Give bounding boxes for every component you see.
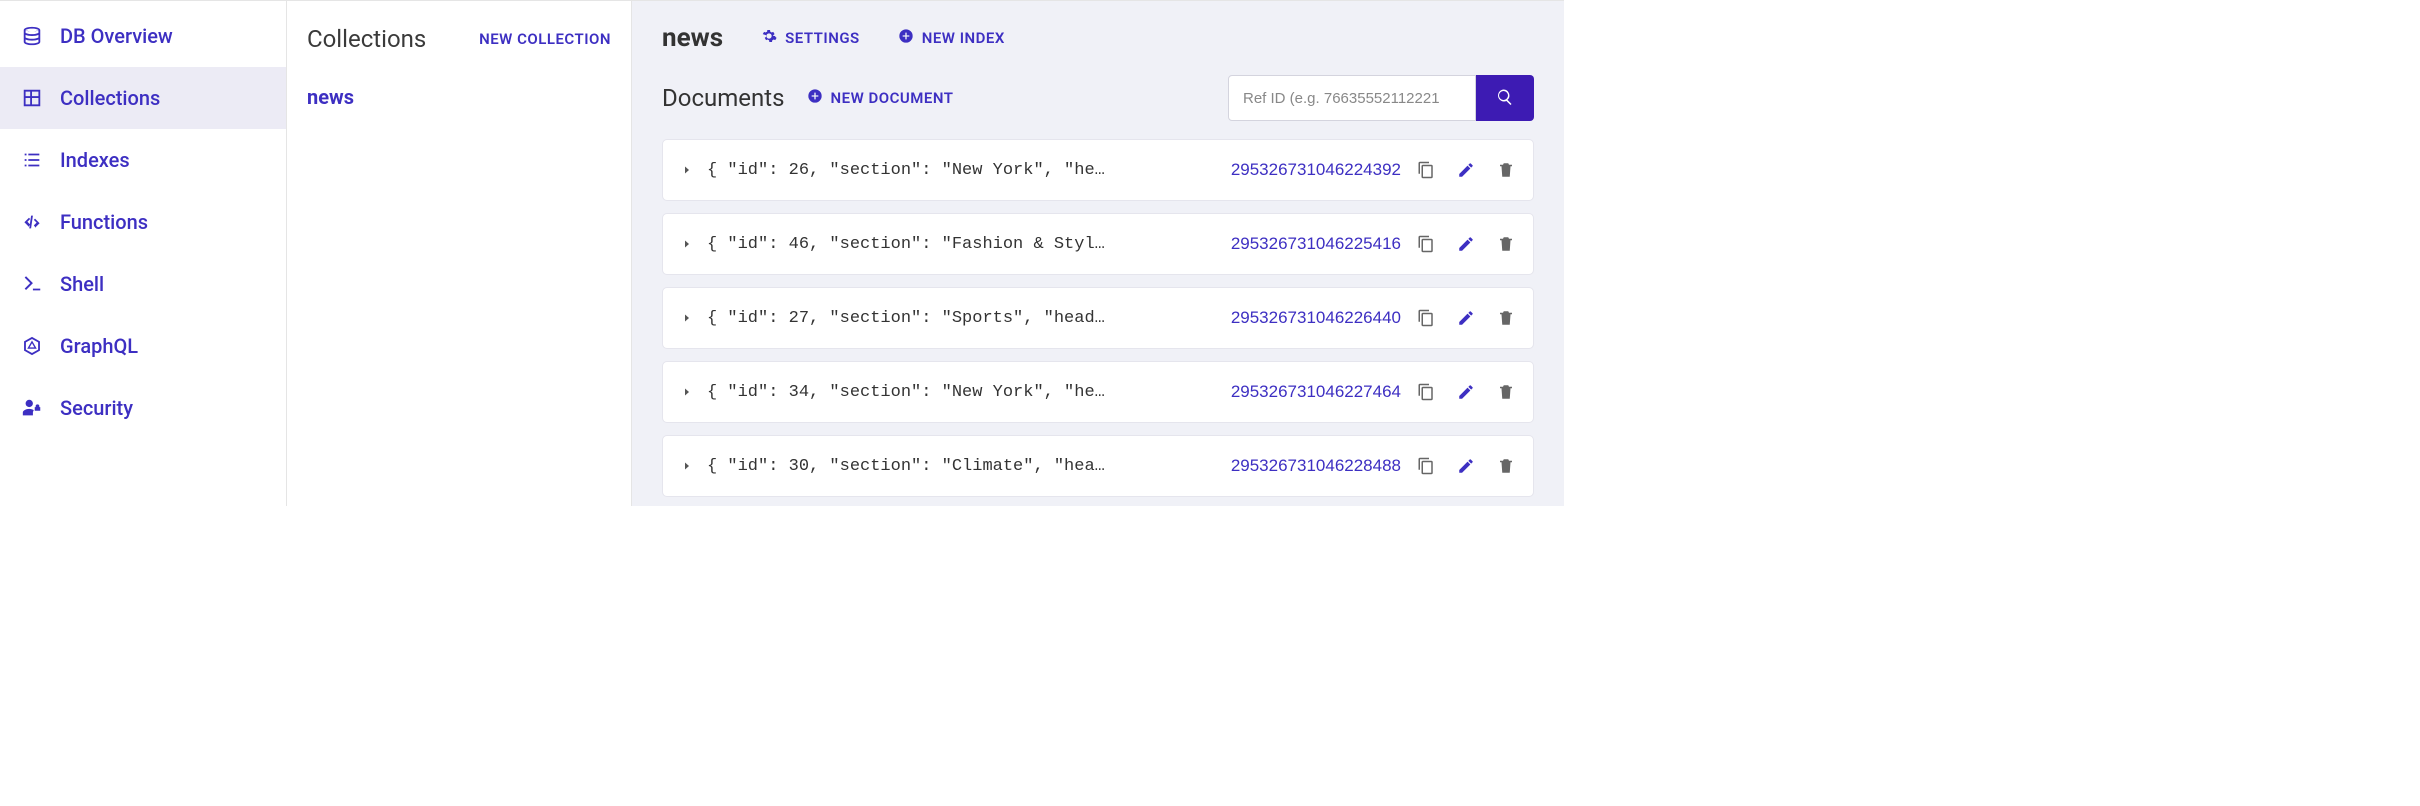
collections-panel-title: Collections <box>307 25 426 53</box>
trash-icon[interactable] <box>1497 309 1515 327</box>
sidebar-item-graphql[interactable]: GraphQL <box>0 315 286 377</box>
search-group <box>1228 75 1534 121</box>
documents-header-left: Documents NEW DOCUMENT <box>662 84 953 112</box>
collections-panel: Collections NEW COLLECTION news <box>287 0 632 506</box>
sidebar-item-label: Functions <box>60 210 148 234</box>
new-document-button[interactable]: NEW DOCUMENT <box>807 88 954 108</box>
document-ref-link[interactable]: 295326731046225416 <box>1231 234 1401 254</box>
expand-toggle[interactable] <box>681 312 693 324</box>
collection-item-news[interactable]: news <box>307 77 611 117</box>
collection-title: news <box>662 23 723 53</box>
document-preview: { "id": 34, "section": "New York", "head… <box>707 383 1107 402</box>
sidebar-item-label: Indexes <box>60 148 130 172</box>
grid-icon <box>18 84 46 112</box>
document-actions <box>1417 309 1515 327</box>
document-row: { "id": 27, "section": "Sports", "headli… <box>662 287 1534 349</box>
document-row: { "id": 34, "section": "New York", "head… <box>662 361 1534 423</box>
sidebar-item-label: GraphQL <box>60 334 138 358</box>
ref-id-search-input[interactable] <box>1228 75 1476 121</box>
trash-icon[interactable] <box>1497 457 1515 475</box>
gear-icon <box>761 28 777 48</box>
sidebar-item-shell[interactable]: Shell <box>0 253 286 315</box>
document-row: { "id": 46, "section": "Fashion & Style"… <box>662 213 1534 275</box>
plus-circle-icon <box>898 28 914 48</box>
trash-icon[interactable] <box>1497 161 1515 179</box>
collections-panel-header: Collections NEW COLLECTION <box>307 25 611 53</box>
copy-icon[interactable] <box>1417 383 1435 401</box>
database-icon <box>18 22 46 50</box>
expand-toggle[interactable] <box>681 164 693 176</box>
sidebar-item-label: Security <box>60 396 133 420</box>
edit-icon[interactable] <box>1457 235 1475 253</box>
graphql-icon <box>18 332 46 360</box>
expand-toggle[interactable] <box>681 386 693 398</box>
edit-icon[interactable] <box>1457 383 1475 401</box>
new-collection-button[interactable]: NEW COLLECTION <box>479 30 611 48</box>
document-ref-link[interactable]: 295326731046224392 <box>1231 160 1401 180</box>
copy-icon[interactable] <box>1417 457 1435 475</box>
document-preview: { "id": 30, "section": "Climate", "headl… <box>707 457 1107 476</box>
settings-label: SETTINGS <box>785 29 860 47</box>
sidebar-item-label: DB Overview <box>60 24 173 48</box>
sidebar: DB Overview Collections Indexes Function… <box>0 0 287 506</box>
code-icon <box>18 208 46 236</box>
edit-icon[interactable] <box>1457 161 1475 179</box>
copy-icon[interactable] <box>1417 235 1435 253</box>
search-button[interactable] <box>1476 75 1534 121</box>
new-index-button[interactable]: NEW INDEX <box>898 28 1005 48</box>
document-row: { "id": 26, "section": "New York", "head… <box>662 139 1534 201</box>
copy-icon[interactable] <box>1417 161 1435 179</box>
security-icon <box>18 394 46 422</box>
main-header: news SETTINGS NEW INDEX <box>662 23 1534 53</box>
search-icon <box>1496 88 1514 109</box>
document-preview: { "id": 46, "section": "Fashion & Style"… <box>707 235 1107 254</box>
expand-toggle[interactable] <box>681 238 693 250</box>
sidebar-item-security[interactable]: Security <box>0 377 286 439</box>
document-ref-link[interactable]: 295326731046226440 <box>1231 308 1401 328</box>
sidebar-item-functions[interactable]: Functions <box>0 191 286 253</box>
sidebar-item-indexes[interactable]: Indexes <box>0 129 286 191</box>
trash-icon[interactable] <box>1497 235 1515 253</box>
sidebar-item-collections[interactable]: Collections <box>0 67 286 129</box>
document-ref-link[interactable]: 295326731046227464 <box>1231 382 1401 402</box>
documents-header-row: Documents NEW DOCUMENT <box>662 75 1534 121</box>
main-panel: news SETTINGS NEW INDEX Documents NEW DO… <box>632 0 1564 506</box>
sidebar-item-label: Shell <box>60 272 104 296</box>
list-icon <box>18 146 46 174</box>
document-actions <box>1417 161 1515 179</box>
new-index-label: NEW INDEX <box>922 29 1005 47</box>
settings-button[interactable]: SETTINGS <box>761 28 860 48</box>
trash-icon[interactable] <box>1497 383 1515 401</box>
sidebar-item-db-overview[interactable]: DB Overview <box>0 5 286 67</box>
document-row: { "id": 30, "section": "Climate", "headl… <box>662 435 1534 497</box>
copy-icon[interactable] <box>1417 309 1435 327</box>
plus-circle-icon <box>807 88 823 108</box>
edit-icon[interactable] <box>1457 309 1475 327</box>
new-document-label: NEW DOCUMENT <box>831 89 954 107</box>
document-actions <box>1417 383 1515 401</box>
expand-toggle[interactable] <box>681 460 693 472</box>
document-actions <box>1417 235 1515 253</box>
documents-title: Documents <box>662 84 785 112</box>
document-preview: { "id": 26, "section": "New York", "head… <box>707 161 1107 180</box>
sidebar-item-label: Collections <box>60 86 160 110</box>
document-preview: { "id": 27, "section": "Sports", "headli… <box>707 309 1107 328</box>
edit-icon[interactable] <box>1457 457 1475 475</box>
shell-icon <box>18 270 46 298</box>
document-ref-link[interactable]: 295326731046228488 <box>1231 456 1401 476</box>
document-actions <box>1417 457 1515 475</box>
